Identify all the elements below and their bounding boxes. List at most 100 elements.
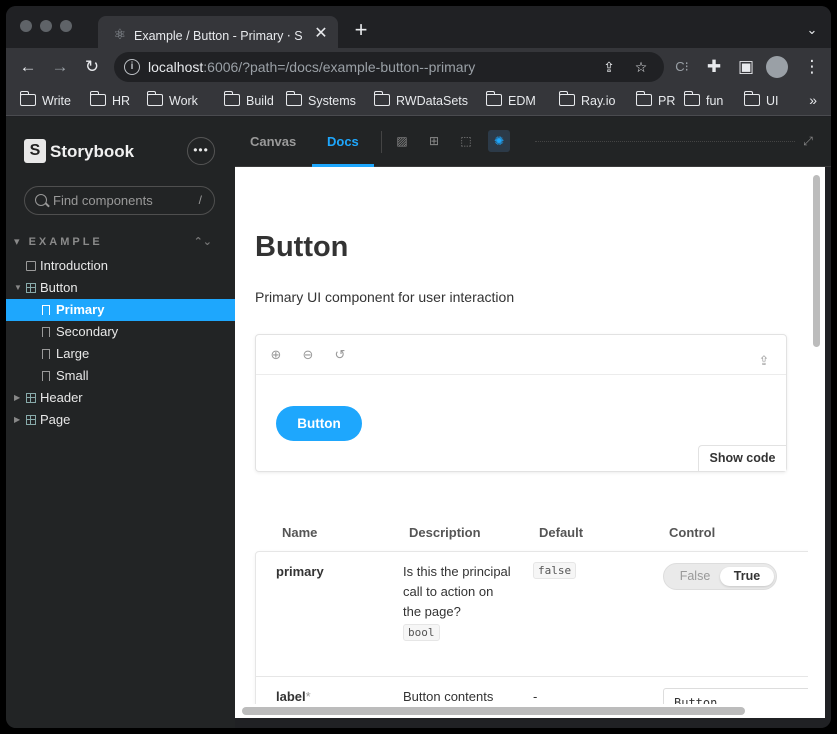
column-header-description: Description <box>409 525 481 540</box>
zoom-reset-icon[interactable]: ↺ <box>332 347 348 363</box>
page-title: Button <box>255 231 349 263</box>
site-info-icon[interactable]: i <box>124 59 140 75</box>
folder-icon <box>683 91 700 106</box>
bookmark-folder[interactable]: Build <box>223 91 274 110</box>
column-header-default: Default <box>539 525 584 540</box>
sidebar-item-primary[interactable]: Primary <box>6 299 235 321</box>
minimize-window-button[interactable] <box>40 20 52 32</box>
kebab-menu-icon[interactable]: ⋮ <box>800 55 824 79</box>
maximize-window-button[interactable] <box>60 20 72 32</box>
folder-icon <box>146 91 163 106</box>
bookmark-icon <box>42 371 50 381</box>
sidebar-item-small[interactable]: Small <box>6 365 235 387</box>
sidebar-menu-button[interactable]: ••• <box>187 137 215 165</box>
search-shortcut: / <box>198 193 202 207</box>
bookmark-folder[interactable]: UI <box>743 91 779 110</box>
bookmark-icon <box>42 327 50 337</box>
side-panel-icon[interactable]: ▣ <box>734 55 758 79</box>
tab-canvas[interactable]: Canvas <box>250 134 296 149</box>
outline-icon[interactable]: ⬚ <box>459 134 473 148</box>
bookmark-folder[interactable]: PR <box>635 91 675 110</box>
search-input[interactable]: Find components / <box>24 186 215 215</box>
grid-icon[interactable]: ⊞ <box>427 134 441 148</box>
expand-collapse-icon[interactable]: ⌃⌄ <box>194 235 212 248</box>
puzzle-icon[interactable]: ✚ <box>702 55 726 79</box>
fullscreen-icon[interactable]: ⤢ <box>801 134 815 148</box>
bookmark-folder[interactable]: RWDataSets <box>373 91 468 110</box>
bookmark-folder[interactable]: Ray.io <box>558 91 616 110</box>
component-icon <box>26 283 36 293</box>
docs-content: Button Primary UI component for user int… <box>235 167 808 714</box>
group-header-example[interactable]: ▾ EXAMPLE ⌃⌄ <box>14 235 224 249</box>
bookmark-folder[interactable]: EDM <box>485 91 536 110</box>
address-bar[interactable]: i localhost:6006/?path=/docs/example-but… <box>114 52 664 82</box>
bookmark-folder[interactable]: Work <box>146 91 198 110</box>
story-preview: ⊕ ⊖ ↺ ⇪ Button Show code <box>255 334 787 472</box>
share-icon[interactable]: ⇪ <box>600 58 618 76</box>
arrow-left-icon[interactable]: ← <box>16 55 40 79</box>
zoom-out-icon[interactable]: ⊖ <box>300 347 316 363</box>
demo-primary-button[interactable]: Button <box>276 406 362 441</box>
extension-c-icon[interactable]: C⁝ <box>670 55 694 79</box>
arg-description: Is this the principal call to action on … <box>403 564 511 641</box>
sidebar-item-page[interactable]: ▶ Page <box>6 409 235 431</box>
zoom-in-icon[interactable]: ⊕ <box>268 347 284 363</box>
share-icon[interactable]: ⇪ <box>756 353 772 369</box>
url-path: :6006/?path=/docs/example-button--primar… <box>203 59 476 75</box>
preview-toolbar: Canvas Docs ▨ ⊞ ⬚ ✺ ⤢ <box>235 117 831 167</box>
tab-close-icon[interactable]: ✕ <box>312 25 330 43</box>
row-divider <box>256 676 808 677</box>
bookmark-icon <box>42 305 50 315</box>
search-icon <box>35 194 47 206</box>
image-icon[interactable]: ▨ <box>395 134 409 148</box>
folder-icon <box>743 91 760 106</box>
default-value: false <box>533 562 577 579</box>
url-host: localhost <box>148 59 204 75</box>
tab-strip: ⚛ Example / Button - Primary ⋅ S ✕ + ⌄ <box>6 6 831 54</box>
scroll-thumb[interactable] <box>813 175 820 347</box>
show-code-button[interactable]: Show code <box>698 445 786 471</box>
bookmark-icon <box>42 349 50 359</box>
folder-icon <box>19 91 36 106</box>
measure-icon[interactable]: ✺ <box>488 130 510 152</box>
tab-title: Example / Button - Primary ⋅ S <box>134 29 303 43</box>
close-window-button[interactable] <box>20 20 32 32</box>
caret-right-icon: ▶ <box>14 393 21 402</box>
toggle-option-true[interactable]: True <box>720 567 774 586</box>
preview-zoom-toolbar: ⊕ ⊖ ↺ ⇪ <box>256 335 786 375</box>
storybook-sidebar: S Storybook ••• Find components / ▾ EXAM… <box>6 117 235 728</box>
reload-icon[interactable]: ↻ <box>80 55 104 79</box>
folder-icon <box>485 91 502 106</box>
folder-icon <box>635 91 652 106</box>
sidebar-item-large[interactable]: Large <box>6 343 235 365</box>
url-text[interactable]: localhost:6006/?path=/docs/example-butto… <box>148 59 568 77</box>
bookmark-folder[interactable]: fun <box>683 91 723 110</box>
vertical-scrollbar[interactable] <box>808 167 825 714</box>
arrow-right-icon[interactable]: → <box>48 55 72 79</box>
bookmark-folder[interactable]: HR <box>89 91 130 110</box>
args-table: primary Is this the principal call to ac… <box>255 551 808 714</box>
browser-window: ⚛ Example / Button - Primary ⋅ S ✕ + ⌄ ←… <box>6 6 831 728</box>
bookmark-folder[interactable]: Systems <box>285 91 356 110</box>
scroll-thumb[interactable] <box>242 707 745 715</box>
component-icon <box>26 393 36 403</box>
sidebar-item-introduction[interactable]: Introduction <box>6 255 235 277</box>
brand-title[interactable]: Storybook <box>50 142 134 162</box>
tab-search-button[interactable]: ⌄ <box>803 22 821 40</box>
horizontal-scrollbar[interactable] <box>235 704 825 718</box>
sidebar-item-button[interactable]: ▼ Button <box>6 277 235 299</box>
bookmark-folder[interactable]: Write <box>19 91 71 110</box>
sidebar-item-header[interactable]: ▶ Header <box>6 387 235 409</box>
star-icon[interactable]: ☆ <box>632 58 650 76</box>
new-tab-button[interactable]: + <box>350 19 372 42</box>
toggle-option-false[interactable]: False <box>668 567 722 586</box>
bookmarks-more-button[interactable]: » <box>809 92 817 108</box>
browser-toolbar: ← → ↻ i localhost:6006/?path=/docs/examp… <box>6 48 831 86</box>
tab-docs[interactable]: Docs <box>327 134 359 149</box>
avatar[interactable] <box>766 56 788 78</box>
folder-icon <box>373 91 390 106</box>
component-description: Primary UI component for user interactio… <box>255 289 515 305</box>
boolean-toggle[interactable]: False True <box>663 563 777 590</box>
sidebar-item-secondary[interactable]: Secondary <box>6 321 235 343</box>
search-placeholder: Find components <box>53 193 153 208</box>
